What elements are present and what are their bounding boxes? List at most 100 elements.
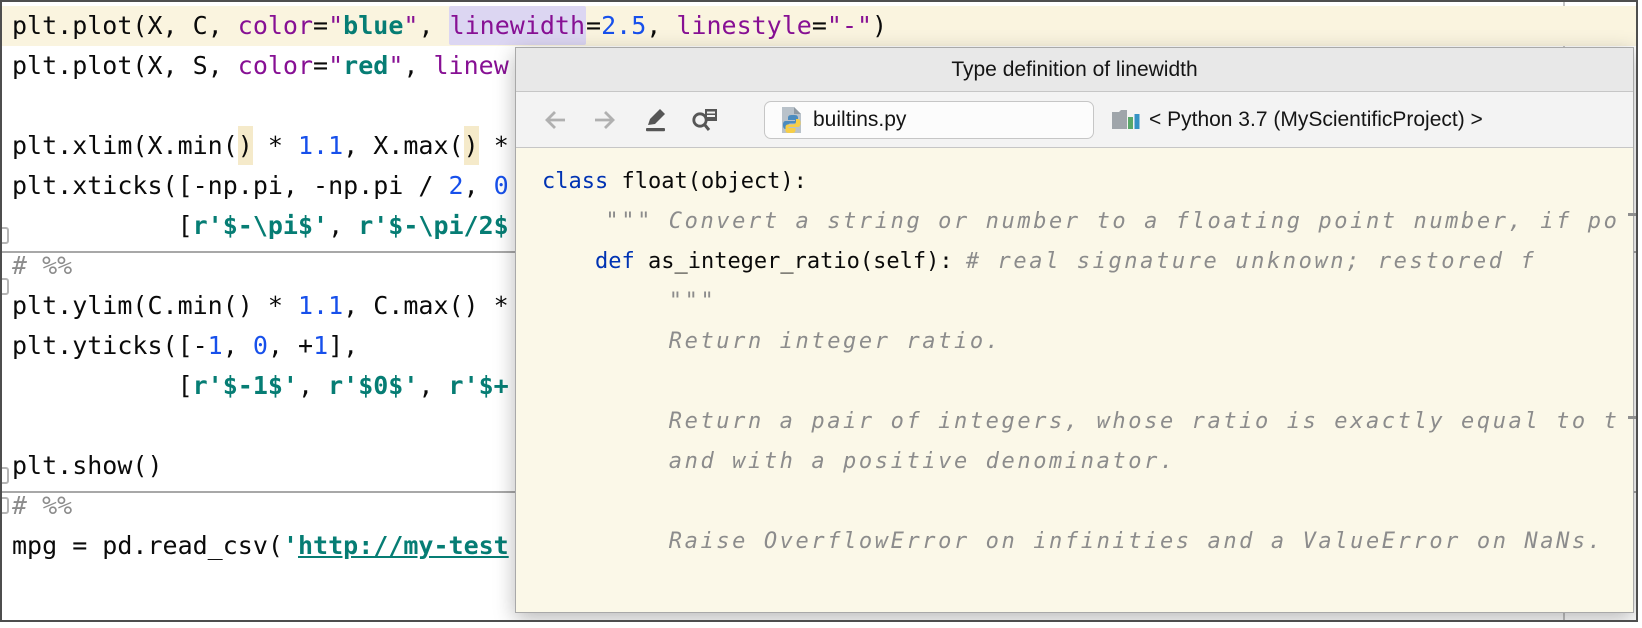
token-text: *	[253, 131, 298, 160]
token-number: 2	[449, 171, 464, 200]
token-string-quote: "	[388, 51, 403, 80]
token-string-quote: "	[403, 11, 418, 40]
token-comment: """	[542, 289, 716, 314]
python-file-icon	[779, 106, 804, 134]
forward-button[interactable]	[588, 103, 622, 137]
token-brace-match: )	[238, 126, 253, 165]
code-line: def as_integer_ratio(self): # real signa…	[542, 242, 1633, 282]
token-string-quote: "-"	[827, 11, 872, 40]
error-stripe-mark	[1628, 416, 1636, 419]
code-line: """ Convert a string or number to a floa…	[542, 202, 1633, 242]
module-sdk-icon	[1110, 107, 1140, 133]
token-kwarg: color	[238, 51, 313, 80]
token-text: plt.ylim(C.min() *	[12, 291, 298, 320]
token-string: '	[283, 531, 298, 560]
token-number: 1	[208, 331, 223, 360]
token-text	[542, 249, 595, 274]
token-text: *	[479, 131, 509, 160]
token-keyword: def	[595, 249, 648, 274]
forward-arrow-icon	[591, 108, 619, 132]
token-kwarg: linestyle	[676, 11, 811, 40]
edit-source-button[interactable]	[638, 103, 672, 137]
file-breadcrumb-combobox[interactable]: builtins.py	[764, 101, 1094, 139]
token-string: red	[343, 51, 388, 80]
token-number: 1	[313, 331, 328, 360]
token-string-quote: "	[328, 11, 343, 40]
token-number: 0	[494, 171, 509, 200]
token-text: as_integer_ratio(self):	[648, 249, 966, 274]
file-breadcrumb-label: builtins.py	[813, 108, 906, 132]
code-line: class float(object):	[542, 162, 1633, 202]
token-text: ,	[418, 371, 448, 400]
find-usages-icon	[690, 106, 720, 134]
token-kwarg: color	[238, 11, 313, 40]
token-text: plt.show()	[12, 451, 163, 480]
back-arrow-icon	[541, 108, 569, 132]
token-text: plt.xlim(X.min(	[12, 131, 238, 160]
token-text: [	[12, 211, 193, 240]
show-in-find-window-button[interactable]	[688, 103, 722, 137]
screenshot: plt.plot(X, C, color="blue", linewidth=2…	[0, 0, 1642, 628]
token-text: plt.yticks([-	[12, 331, 208, 360]
token-text: , +	[268, 331, 313, 360]
token-string: r'$0$'	[328, 371, 418, 400]
code-line	[542, 482, 1633, 522]
token-text: =	[313, 51, 328, 80]
edit-pencil-icon	[641, 106, 669, 134]
token-text: ,	[646, 11, 676, 40]
token-highlighted-identifier: linewidth	[449, 6, 586, 45]
token-comment: and with a positive denominator.	[542, 449, 1176, 474]
token-text: plt.plot(X, C,	[12, 11, 238, 40]
popup-header[interactable]: Type definition of linewidth	[516, 48, 1633, 92]
sdk-selector[interactable]: < Python 3.7 (MyScientificProject) >	[1110, 107, 1483, 133]
fold-marker[interactable]	[0, 467, 9, 484]
back-button[interactable]	[538, 103, 572, 137]
code-line: plt.plot(X, C, color="blue", linewidth=2…	[2, 6, 1636, 46]
code-line: Return a pair of integers, whose ratio i…	[542, 402, 1633, 442]
token-string: r'$+	[449, 371, 509, 400]
token-text: )	[872, 11, 887, 40]
token-number: 1.1	[298, 131, 343, 160]
token-text: =	[313, 11, 328, 40]
sdk-selector-label: < Python 3.7 (MyScientificProject) >	[1149, 108, 1483, 132]
token-text: , X.max(	[343, 131, 463, 160]
token-string: r'$-1$'	[193, 371, 298, 400]
token-text: plt.plot(X, S,	[12, 51, 238, 80]
token-text: plt.xticks([-np.pi, -np.pi /	[12, 171, 449, 200]
popup-toolbar: builtins.py < Python 3.7 (MyScientificPr…	[516, 92, 1633, 148]
code-line: Raise OverflowError on infinities and a …	[542, 522, 1633, 562]
fold-marker[interactable]	[0, 497, 9, 514]
token-comment: # %%	[12, 491, 72, 520]
token-string-quote: "	[328, 51, 343, 80]
token-comment: Raise OverflowError on infinities and a …	[542, 529, 1604, 554]
token-number: 2.5	[601, 11, 646, 40]
token-text: ,	[418, 11, 448, 40]
token-text: mpg = pd.read_csv(	[12, 531, 283, 560]
definition-source-view[interactable]: class float(object): """ Convert a strin…	[516, 148, 1633, 612]
token-string: r'$-\pi/2$	[358, 211, 509, 240]
ide-window: plt.plot(X, C, color="blue", linewidth=2…	[0, 0, 1638, 622]
popup-title-text: Type definition of linewidth	[951, 58, 1197, 82]
token-text: ,	[403, 51, 433, 80]
error-stripe-mark	[1628, 213, 1636, 216]
token-brace-match: )	[464, 126, 479, 165]
token-text: [	[12, 371, 193, 400]
code-line	[542, 362, 1633, 402]
token-text: =	[586, 11, 601, 40]
token-comment: # %%	[12, 251, 72, 280]
token-text: =	[812, 11, 827, 40]
token-comment: """ Convert a string or number to a floa…	[542, 209, 1619, 234]
token-text: ,	[223, 331, 253, 360]
token-text: float(object):	[621, 169, 806, 194]
token-comment: Return a pair of integers, whose ratio i…	[542, 409, 1619, 434]
token-string: r'$-\pi$'	[193, 211, 328, 240]
fold-marker[interactable]	[0, 227, 9, 244]
code-line: Return integer ratio.	[542, 322, 1633, 362]
fold-marker[interactable]	[0, 278, 9, 295]
token-text: ,	[464, 171, 494, 200]
token-number: 0	[253, 331, 268, 360]
hyperlink-url[interactable]: http://my-test	[298, 531, 509, 560]
token-text: ,	[328, 211, 358, 240]
code-line: """	[542, 282, 1633, 322]
token-kwarg: linew	[434, 51, 509, 80]
